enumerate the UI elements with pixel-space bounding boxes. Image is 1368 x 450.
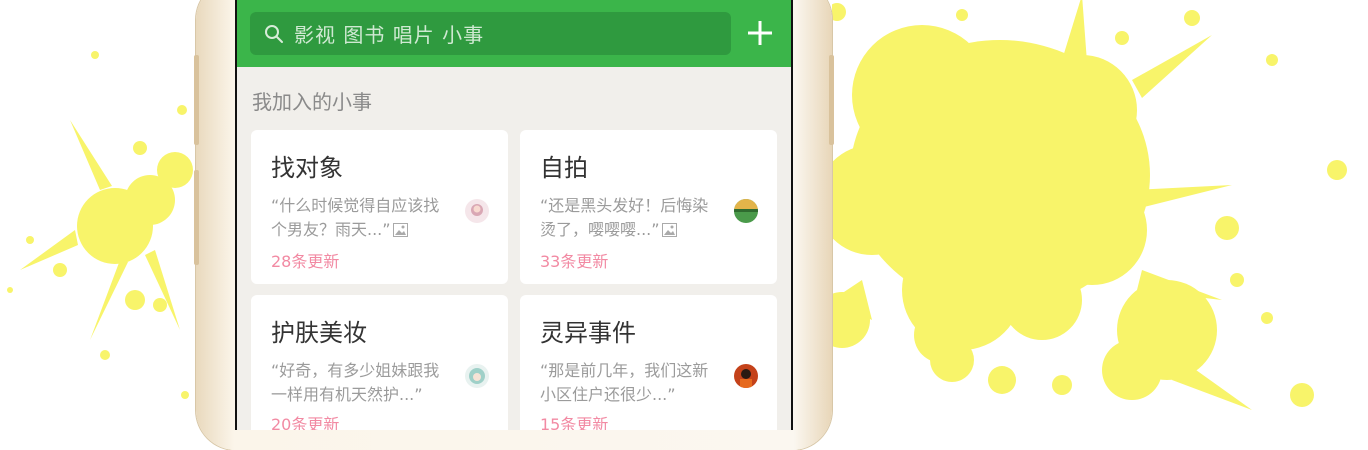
section-title: 我加入的小事 [252, 90, 372, 114]
image-icon [392, 220, 408, 244]
excerpt-text: “还是黑头发好！后悔染烫了，嘤嘤嘤...” [540, 196, 709, 239]
avatar[interactable] [465, 199, 489, 223]
topic-card[interactable]: 找对象 “什么时候觉得自应该找个男友？雨天...” 28条更新 [251, 130, 508, 284]
top-bar: 影视 图书 唱片 小事 [237, 0, 791, 67]
search-placeholder: 影视 图书 唱片 小事 [294, 23, 485, 47]
card-excerpt: “那是前几年，我们这新小区住户还很少...” [540, 359, 716, 407]
avatar[interactable] [465, 364, 489, 388]
phone-side-button [194, 55, 199, 145]
card-title: 灵异事件 [540, 319, 636, 347]
topic-card[interactable]: 自拍 “还是黑头发好！后悔染烫了，嘤嘤嘤...” 33条更新 [520, 130, 777, 284]
search-icon [264, 24, 284, 44]
update-count: 15条更新 [540, 415, 609, 430]
card-title: 自拍 [540, 154, 588, 182]
image-icon [661, 220, 677, 244]
excerpt-text: “好奇，有多少姐妹跟我一样用有机天然护...” [271, 361, 440, 404]
left-splash-decoration [7, 51, 193, 399]
plus-icon [748, 21, 772, 45]
right-splash-decoration [832, 0, 1347, 410]
card-title: 护肤美妆 [271, 319, 367, 347]
update-count: 28条更新 [271, 252, 340, 271]
card-excerpt: “好奇，有多少姐妹跟我一样用有机天然护...” [271, 359, 447, 407]
update-count: 33条更新 [540, 252, 609, 271]
update-count: 20条更新 [271, 415, 340, 430]
phone-side-button [194, 170, 199, 265]
add-button[interactable] [745, 18, 775, 48]
card-title: 找对象 [271, 154, 343, 182]
card-excerpt: “还是黑头发好！后悔染烫了，嘤嘤嘤...” [540, 194, 716, 244]
card-excerpt: “什么时候觉得自应该找个男友？雨天...” [271, 194, 447, 244]
phone-power-button [829, 55, 834, 145]
topic-card[interactable]: 灵异事件 “那是前几年，我们这新小区住户还很少...” 15条更新 [520, 295, 777, 430]
excerpt-text: “那是前几年，我们这新小区住户还很少...” [540, 361, 709, 404]
search-input[interactable]: 影视 图书 唱片 小事 [250, 12, 731, 55]
app-screen: 影视 图书 唱片 小事 我加入的小事 找对象 “什么时候觉得自应该找个男友？雨天… [235, 0, 793, 430]
avatar[interactable] [734, 199, 758, 223]
excerpt-text: “什么时候觉得自应该找个男友？雨天...” [271, 196, 440, 239]
topic-card[interactable]: 护肤美妆 “好奇，有多少姐妹跟我一样用有机天然护...” 20条更新 [251, 295, 508, 430]
avatar[interactable] [734, 364, 758, 388]
